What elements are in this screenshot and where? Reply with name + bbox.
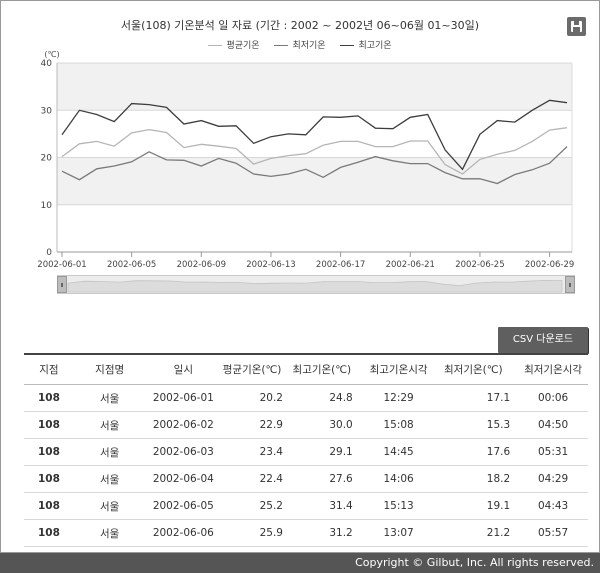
x-tick-label: 2002-06-29 xyxy=(525,260,574,270)
cell-min-temp: 19.1 xyxy=(436,492,519,520)
cell-date: 2002-06-02 xyxy=(145,411,222,439)
cell-max-time: 12:29 xyxy=(360,384,437,412)
col-header-station: 지점 xyxy=(24,353,74,385)
col-header-avg-temp: 평균기온(℃) xyxy=(221,353,291,385)
navigator-right-handle[interactable] xyxy=(565,276,575,293)
cell-station: 108 xyxy=(24,492,74,520)
table-row: 108 서울 2002-06-03 23.4 29.1 14:45 17.6 05:31 xyxy=(24,438,588,466)
cell-station-name: 서울 xyxy=(73,465,146,493)
cell-max-temp: 29.1 xyxy=(290,438,361,466)
table-header-row: 지점 지점명 일시 평균기온(℃) 최고기온(℃) 최고기온시각 최저기온(℃)… xyxy=(24,353,588,385)
cell-station-name: 서울 xyxy=(73,411,146,439)
x-tick-label: 2002-06-13 xyxy=(246,260,295,270)
cell-avg-temp: 22.4 xyxy=(221,465,291,493)
cell-station: 108 xyxy=(24,411,74,439)
y-tick-label: 0 xyxy=(46,248,52,258)
table-row: 108 서울 2002-06-06 25.9 31.2 13:07 21.2 05:57 xyxy=(24,519,588,547)
cell-min-temp: 17.1 xyxy=(436,384,519,412)
cell-min-time: 00:06 xyxy=(518,384,588,412)
cell-max-temp: 31.2 xyxy=(290,519,361,547)
table-row: 108 서울 2002-06-05 25.2 31.4 15:13 19.1 04:43 xyxy=(24,492,588,520)
cell-min-temp: 18.2 xyxy=(436,465,519,493)
cell-avg-temp: 22.9 xyxy=(221,411,291,439)
cell-station: 108 xyxy=(24,465,74,493)
cell-max-time: 13:07 xyxy=(360,519,437,547)
cell-avg-temp: 23.4 xyxy=(221,438,291,466)
cell-min-temp: 21.2 xyxy=(436,519,519,547)
navigator-left-handle[interactable] xyxy=(57,276,67,293)
cell-max-time: 15:08 xyxy=(360,411,437,439)
x-tick-label: 2002-06-21 xyxy=(386,260,435,270)
y-tick-label: 40 xyxy=(41,59,53,69)
cell-max-time: 14:45 xyxy=(360,438,437,466)
cell-min-time: 04:50 xyxy=(518,411,588,439)
cell-max-temp: 31.4 xyxy=(290,492,361,520)
copyright-text: Copyright © Gilbut, Inc. All rights rese… xyxy=(355,556,594,569)
cell-station-name: 서울 xyxy=(73,438,146,466)
col-header-min-time: 최저기온시각 xyxy=(518,353,588,385)
cell-date: 2002-06-05 xyxy=(145,492,222,520)
cell-max-time: 14:06 xyxy=(360,465,437,493)
col-header-max-temp: 최고기온(℃) xyxy=(290,353,361,385)
footer-bar: Copyright © Gilbut, Inc. All rights rese… xyxy=(0,553,600,573)
y-tick-label: 10 xyxy=(41,201,53,211)
cell-max-temp: 30.0 xyxy=(290,411,361,439)
cell-station: 108 xyxy=(24,519,74,547)
cell-date: 2002-06-04 xyxy=(145,465,222,493)
x-tick-label: 2002-06-09 xyxy=(177,260,226,270)
table-row: 108 서울 2002-06-04 22.4 27.6 14:06 18.2 04:29 xyxy=(24,465,588,493)
cell-min-temp: 15.3 xyxy=(436,411,519,439)
cell-avg-temp: 20.2 xyxy=(221,384,291,412)
cell-min-time: 05:57 xyxy=(518,519,588,547)
cell-station-name: 서울 xyxy=(73,384,146,412)
x-tick-label: 2002-06-25 xyxy=(455,260,504,270)
plot-band xyxy=(57,157,572,205)
cell-station: 108 xyxy=(24,384,74,412)
col-header-date: 일시 xyxy=(145,353,222,385)
cell-avg-temp: 25.2 xyxy=(221,492,291,520)
cell-date: 2002-06-03 xyxy=(145,438,222,466)
cell-min-time: 04:29 xyxy=(518,465,588,493)
col-header-min-temp: 최저기온(℃) xyxy=(436,353,519,385)
cell-min-time: 04:43 xyxy=(518,492,588,520)
x-tick-label: 2002-06-05 xyxy=(107,260,156,270)
cell-station: 108 xyxy=(24,438,74,466)
y-tick-label: 30 xyxy=(41,106,53,116)
cell-station-name: 서울 xyxy=(73,492,146,520)
range-navigator[interactable] xyxy=(57,275,575,294)
col-header-max-time: 최고기온시각 xyxy=(360,353,437,385)
line-chart: 0 10 20 30 40(℃) 2002-06-01 2002-06-05 2002-06-… xyxy=(37,50,574,270)
data-table: 지점 지점명 일시 평균기온(℃) 최고기온(℃) 최고기온시각 최저기온(℃)… xyxy=(24,353,588,547)
y-tick-label: 20 xyxy=(41,154,53,164)
cell-station-name: 서울 xyxy=(73,519,146,547)
csv-download-button[interactable]: CSV 다운로드 xyxy=(498,327,588,353)
x-tick-label: 2002-06-17 xyxy=(316,260,365,270)
cell-min-time: 05:31 xyxy=(518,438,588,466)
cell-min-temp: 17.6 xyxy=(436,438,519,466)
table-row: 108 서울 2002-06-02 22.9 30.0 15:08 15.3 04:50 xyxy=(24,411,588,439)
x-tick-label: 2002-06-01 xyxy=(37,260,86,270)
cell-date: 2002-06-01 xyxy=(145,384,222,412)
cell-avg-temp: 25.9 xyxy=(221,519,291,547)
table-row: 108 서울 2002-06-01 20.2 24.8 12:29 17.1 00:06 xyxy=(24,384,588,412)
y-axis-unit: (℃) xyxy=(44,50,59,59)
col-header-station-name: 지점명 xyxy=(73,353,146,385)
cell-date: 2002-06-06 xyxy=(145,519,222,547)
cell-max-time: 15:13 xyxy=(360,492,437,520)
cell-max-temp: 24.8 xyxy=(290,384,361,412)
cell-max-temp: 27.6 xyxy=(290,465,361,493)
